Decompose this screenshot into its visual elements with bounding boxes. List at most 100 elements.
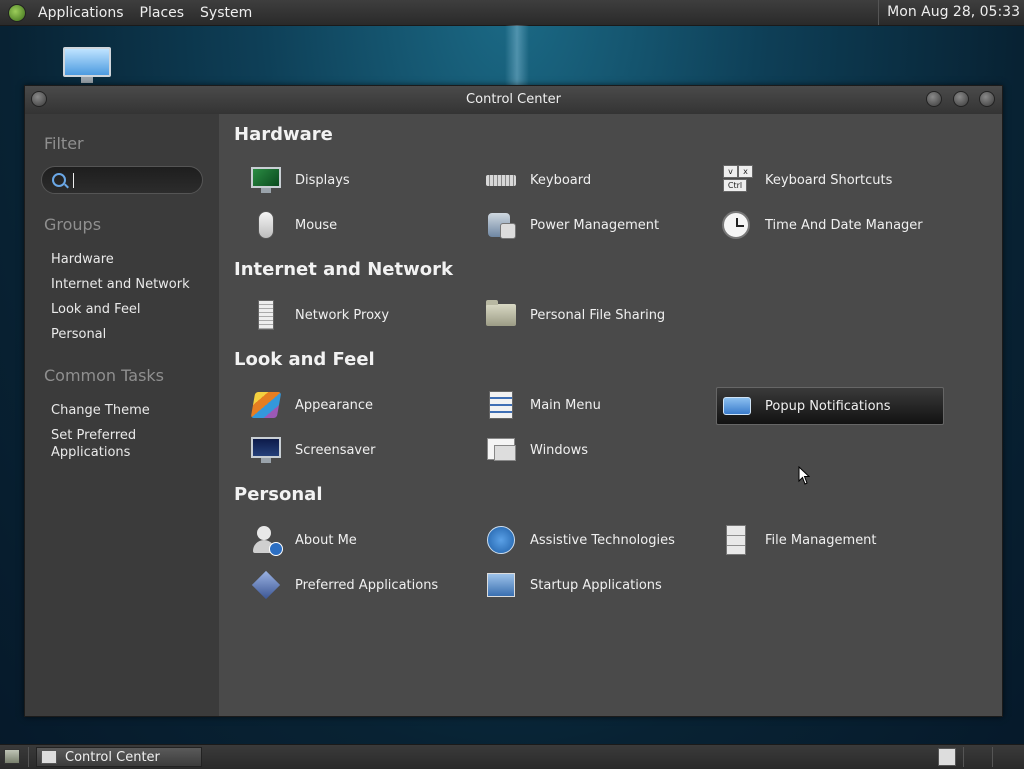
sidebar-group-hardware[interactable]: Hardware bbox=[51, 251, 114, 268]
item-windows[interactable]: Windows bbox=[470, 431, 698, 469]
maximize-button[interactable] bbox=[953, 91, 969, 107]
task-set-preferred-applications[interactable]: Set Preferred Applications bbox=[51, 427, 171, 461]
accessibility-icon bbox=[484, 524, 518, 556]
item-label: About Me bbox=[295, 532, 357, 548]
taskbar-button-control-center[interactable]: Control Center bbox=[36, 747, 202, 767]
clock[interactable]: Mon Aug 28, 05:33 bbox=[878, 0, 1020, 25]
key-cap: v bbox=[723, 165, 738, 178]
item-label: Preferred Applications bbox=[295, 577, 439, 593]
section-title-personal: Personal bbox=[234, 484, 323, 505]
network-proxy-icon bbox=[249, 299, 283, 331]
item-assistive-technologies[interactable]: Assistive Technologies bbox=[470, 521, 698, 559]
panel-separator bbox=[963, 747, 964, 767]
windows-icon bbox=[484, 434, 518, 466]
item-label: Appearance bbox=[295, 397, 374, 413]
section-title-internet-and-network: Internet and Network bbox=[234, 259, 453, 280]
item-label: File Management bbox=[765, 532, 877, 548]
close-button[interactable] bbox=[979, 91, 995, 107]
item-file-management[interactable]: File Management bbox=[705, 521, 933, 559]
popup-notifications-icon bbox=[719, 390, 753, 422]
section-title-hardware: Hardware bbox=[234, 124, 333, 145]
search-input[interactable] bbox=[41, 166, 203, 194]
item-label: Windows bbox=[530, 442, 589, 458]
screensaver-icon bbox=[249, 434, 283, 466]
file-cabinet-icon bbox=[719, 524, 753, 556]
mate-logo-icon[interactable] bbox=[8, 3, 26, 22]
preferred-applications-icon bbox=[249, 569, 283, 601]
item-label: Assistive Technologies bbox=[530, 532, 675, 548]
control-center-window: Control Center Filter Groups Hardware In… bbox=[24, 85, 1003, 717]
main-menu-icon bbox=[484, 389, 518, 421]
computer-desktop-icon[interactable] bbox=[63, 47, 111, 83]
mouse-icon bbox=[249, 209, 283, 241]
appearance-palette-icon bbox=[249, 389, 283, 421]
item-label: Keyboard bbox=[530, 172, 592, 188]
applications-menu[interactable]: Applications bbox=[30, 5, 132, 21]
show-desktop-icon[interactable] bbox=[4, 749, 20, 764]
minimize-button[interactable] bbox=[926, 91, 942, 107]
sidebar-group-internet-and-network[interactable]: Internet and Network bbox=[51, 276, 190, 293]
user-info-icon bbox=[249, 524, 283, 556]
item-personal-file-sharing[interactable]: Personal File Sharing bbox=[470, 296, 698, 334]
section-title-look-and-feel: Look and Feel bbox=[234, 349, 375, 370]
keyboard-shortcuts-icon: v x Ctrl bbox=[719, 164, 753, 196]
search-icon bbox=[52, 173, 66, 187]
filter-heading: Filter bbox=[44, 134, 84, 153]
sidebar: Filter Groups Hardware Internet and Netw… bbox=[25, 114, 219, 716]
key-cap: x bbox=[738, 165, 753, 178]
control-center-content: Hardware Displays Keyboard v x Ctrl Keyb… bbox=[219, 114, 1002, 716]
item-displays[interactable]: Displays bbox=[235, 161, 463, 199]
taskbar-label: Control Center bbox=[65, 749, 160, 765]
item-popup-notifications[interactable]: Popup Notifications bbox=[716, 387, 944, 425]
item-screensaver[interactable]: Screensaver bbox=[235, 431, 463, 469]
folder-share-icon bbox=[484, 299, 518, 331]
item-label: Displays bbox=[295, 172, 350, 188]
item-time-and-date-manager[interactable]: Time And Date Manager bbox=[705, 206, 933, 244]
system-menu[interactable]: System bbox=[192, 5, 260, 21]
sidebar-group-look-and-feel[interactable]: Look and Feel bbox=[51, 301, 141, 318]
startup-applications-icon bbox=[484, 569, 518, 601]
wallpaper-decoration bbox=[505, 25, 529, 85]
key-cap: Ctrl bbox=[723, 179, 747, 192]
power-management-icon bbox=[484, 209, 518, 241]
item-label: Popup Notifications bbox=[765, 398, 891, 414]
item-label: Time And Date Manager bbox=[765, 217, 923, 233]
workspace-switcher-icon[interactable] bbox=[938, 748, 956, 766]
panel-separator bbox=[992, 747, 993, 767]
item-label: Network Proxy bbox=[295, 307, 390, 323]
text-caret bbox=[73, 173, 74, 188]
clock-icon bbox=[719, 209, 753, 241]
item-keyboard-shortcuts[interactable]: v x Ctrl Keyboard Shortcuts bbox=[705, 161, 933, 199]
control-center-app-icon bbox=[41, 750, 57, 764]
displays-icon bbox=[249, 164, 283, 196]
mouse-pointer-icon bbox=[798, 466, 810, 485]
item-power-management[interactable]: Power Management bbox=[470, 206, 698, 244]
top-panel: Applications Places System Mon Aug 28, 0… bbox=[0, 0, 1024, 26]
item-network-proxy[interactable]: Network Proxy bbox=[235, 296, 463, 334]
item-label: Keyboard Shortcuts bbox=[765, 172, 893, 188]
bottom-panel: Control Center bbox=[0, 744, 1024, 769]
item-startup-applications[interactable]: Startup Applications bbox=[470, 566, 698, 604]
monitor-stand bbox=[81, 77, 93, 83]
item-label: Startup Applications bbox=[530, 577, 662, 593]
item-label: Power Management bbox=[530, 217, 660, 233]
item-preferred-applications[interactable]: Preferred Applications bbox=[235, 566, 463, 604]
task-change-theme[interactable]: Change Theme bbox=[51, 402, 150, 419]
item-appearance[interactable]: Appearance bbox=[235, 386, 463, 424]
window-title: Control Center bbox=[466, 92, 561, 107]
item-keyboard[interactable]: Keyboard bbox=[470, 161, 698, 199]
sidebar-group-personal[interactable]: Personal bbox=[51, 326, 106, 343]
monitor-screen bbox=[63, 47, 111, 77]
places-menu[interactable]: Places bbox=[132, 5, 193, 21]
item-label: Personal File Sharing bbox=[530, 307, 666, 323]
item-mouse[interactable]: Mouse bbox=[235, 206, 463, 244]
item-main-menu[interactable]: Main Menu bbox=[470, 386, 698, 424]
groups-heading: Groups bbox=[44, 215, 102, 234]
panel-separator bbox=[28, 747, 29, 767]
item-about-me[interactable]: About Me bbox=[235, 521, 463, 559]
item-label: Screensaver bbox=[295, 442, 376, 458]
common-tasks-heading: Common Tasks bbox=[44, 366, 165, 385]
item-label: Mouse bbox=[295, 217, 338, 233]
window-titlebar[interactable]: Control Center bbox=[25, 86, 1002, 114]
keyboard-icon bbox=[484, 164, 518, 196]
